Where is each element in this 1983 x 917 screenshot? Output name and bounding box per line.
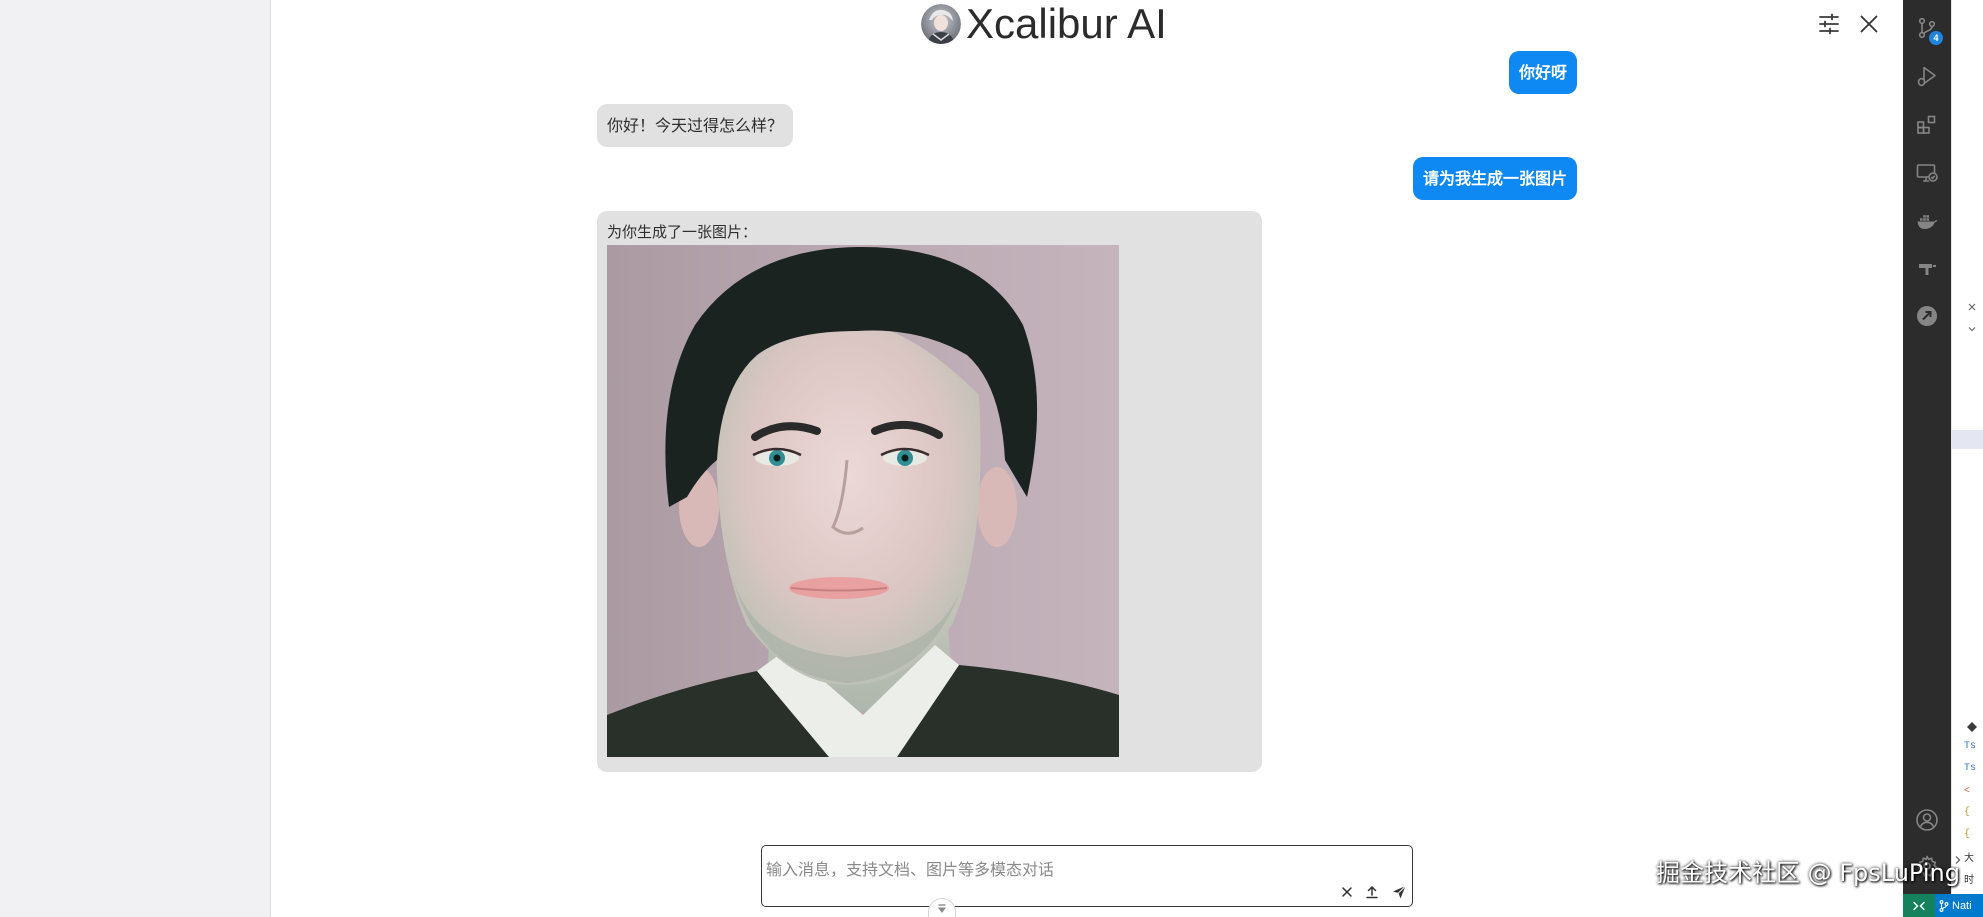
editor-fragment: Ts [1964,763,1977,774]
pipeline-icon[interactable] [1915,256,1939,280]
upload-button[interactable] [1364,884,1380,900]
chat-panel: Xcalibur AI 你好呀 你好！今天过得怎么样？ 请为我生成一张图片 为你… [271,0,1903,917]
chevron-down-icon [938,904,946,913]
sliders-icon [1819,13,1839,35]
outline-item[interactable]: 时 [1964,876,1974,888]
bookmark-circle-icon[interactable] [1915,304,1939,328]
left-side-pane [0,0,271,917]
git-branch-icon [1939,899,1949,912]
settings-button[interactable] [1817,12,1841,36]
remote-icon [1913,901,1925,910]
portrait-lips [789,577,889,599]
close-icon [1860,15,1878,33]
assistant-message-text: 为你生成了一张图片： [607,223,758,241]
branch-name: Nati [1952,899,1972,912]
clear-button[interactable] [1339,884,1355,900]
close-button[interactable] [1857,12,1881,36]
account-icon[interactable] [1915,808,1939,832]
editor-fragment: < [1964,786,1971,797]
run-debug-icon[interactable] [1915,64,1939,88]
docker-icon[interactable] [1915,209,1939,233]
close-icon[interactable] [1966,301,1978,313]
assistant-image-message: 为你生成了一张图片： [597,211,1262,772]
message-composer [761,845,1413,907]
portrait-right-ear [977,467,1017,547]
selected-line-highlight [1952,430,1983,449]
clear-icon [1342,887,1352,897]
branch-status[interactable]: Nati [1935,894,1983,917]
upload-icon [1366,886,1378,899]
send-button[interactable] [1391,884,1407,900]
generated-portrait-image [607,245,1119,757]
vscode-activity-bar: 4 [1903,0,1951,894]
user-message: 你好呀 [1508,51,1577,94]
outline-item[interactable]: 大 [1964,854,1974,866]
editor-sliver: Ts Ts < { { 大 时 [1951,0,1983,894]
send-icon [1393,885,1406,899]
tag-icon [1967,722,1977,732]
remote-indicator[interactable] [1903,894,1935,917]
assistant-message: 你好！今天过得怎么样？ [597,104,794,147]
editor-fragment: { [1964,807,1971,818]
chevron-down-icon[interactable] [1966,323,1978,335]
app-title: Xcalibur AI [966,0,1167,47]
remote-explorer-icon[interactable] [1915,161,1939,185]
editor-fragment: { [1964,829,1971,840]
source-control-badge: 4 [1929,31,1943,45]
extensions-icon[interactable] [1915,112,1939,136]
message-input[interactable] [766,858,1336,883]
chat-header: Xcalibur AI [921,2,1167,46]
user-message: 请为我生成一张图片 [1412,157,1577,200]
generated-image[interactable] [607,245,1119,757]
editor-fragment: Ts [1964,741,1977,752]
watermark: 掘金技术社区 @ FpsLuPing [1655,859,1960,887]
bot-avatar-icon [921,4,961,44]
